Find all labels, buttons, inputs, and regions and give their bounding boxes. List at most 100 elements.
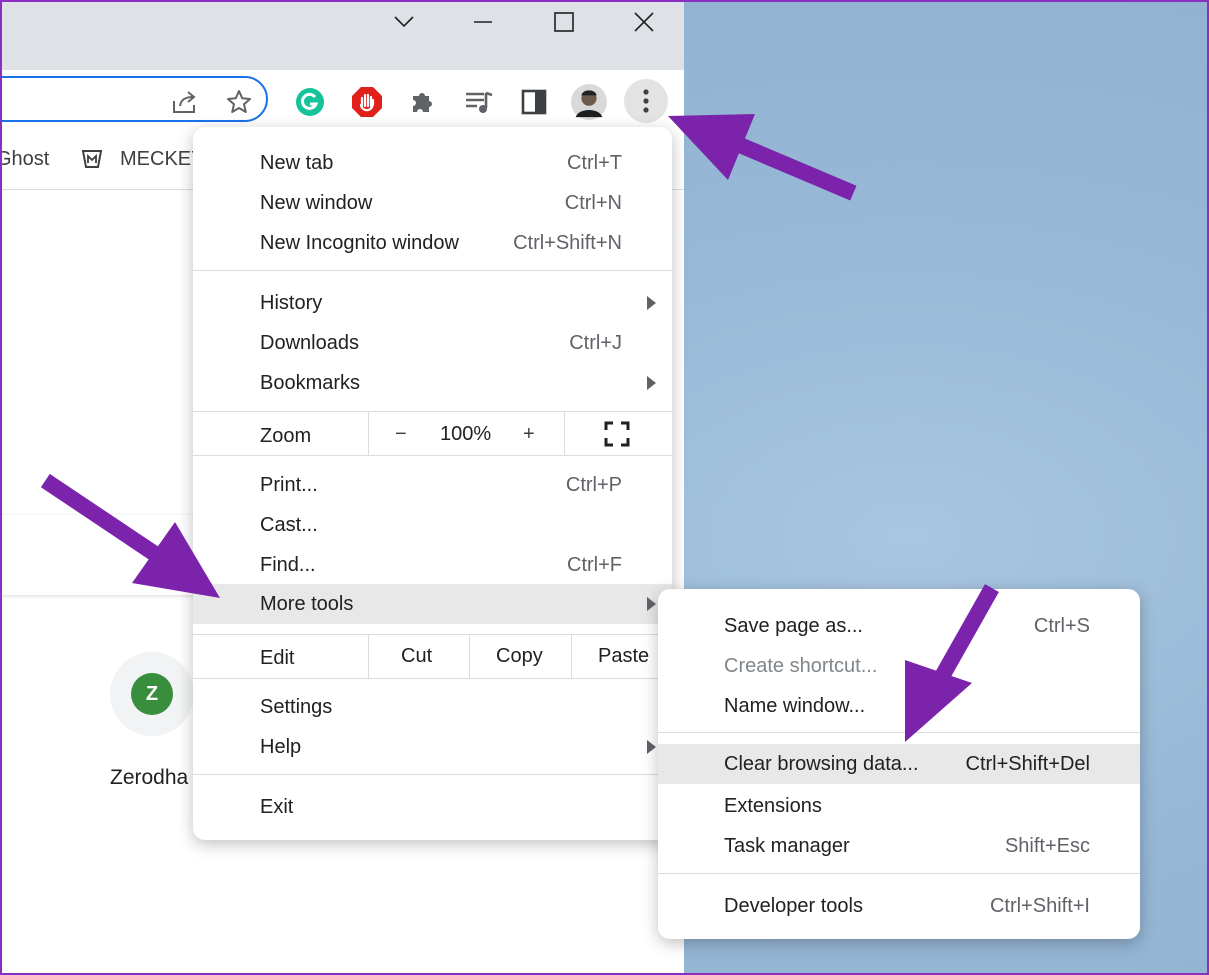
minimize-button[interactable]: [453, 4, 513, 40]
menu-item-shortcut: Ctrl+F: [567, 554, 622, 576]
menu-item-label: Save page as...: [724, 615, 863, 637]
zoom-out-button[interactable]: −: [395, 423, 407, 446]
menu-item-bookmarks[interactable]: Bookmarks: [193, 363, 672, 403]
menu-separator: [193, 774, 672, 775]
submenu-item-save-page[interactable]: Save page as... Ctrl+S: [658, 606, 1140, 646]
submenu-item-name-window[interactable]: Name window...: [658, 686, 1140, 726]
submenu-item-create-shortcut: Create shortcut...: [658, 646, 1140, 686]
zerodha-icon: Z: [131, 673, 173, 715]
menu-item-help[interactable]: Help: [193, 727, 672, 767]
menu-item-label: Settings: [260, 696, 333, 718]
maximize-button[interactable]: [534, 4, 594, 40]
submenu-item-clear-browsing-data[interactable]: Clear browsing data... Ctrl+Shift+Del: [658, 744, 1140, 784]
submenu-arrow-icon: [647, 597, 656, 611]
bookmark-meckey[interactable]: MECKEY: [120, 148, 204, 171]
menu-separator: [193, 678, 672, 679]
grammarly-extension[interactable]: [292, 84, 328, 120]
bookmark-ghost[interactable]: Ghost: [0, 148, 49, 171]
minimize-icon: [474, 21, 492, 23]
menu-item-more-tools[interactable]: More tools: [193, 584, 672, 624]
menu-item-print[interactable]: Print... Ctrl+P: [193, 465, 672, 505]
three-dots-vertical-icon: [643, 89, 649, 113]
menu-separator: [193, 634, 672, 635]
chrome-menu-button[interactable]: [624, 79, 668, 123]
bookmark-star-button[interactable]: [221, 84, 257, 120]
paste-button[interactable]: Paste: [598, 645, 649, 668]
menu-item-label: History: [260, 292, 323, 314]
menu-item-shortcut: Ctrl+T: [567, 152, 622, 174]
side-panel-button[interactable]: [516, 84, 552, 120]
chrome-main-menu: New tab Ctrl+T New window Ctrl+N New Inc…: [193, 127, 672, 840]
menu-item-settings[interactable]: Settings: [193, 687, 672, 727]
menu-item-history[interactable]: History: [193, 283, 672, 323]
submenu-item-extensions[interactable]: Extensions: [658, 786, 1140, 826]
shortcut-tile-zerodha[interactable]: Z: [110, 652, 194, 736]
menu-separator: [571, 635, 572, 678]
menu-item-shortcut: Ctrl+Shift+I: [989, 895, 1090, 917]
menu-item-label: Bookmarks: [260, 372, 361, 394]
menu-item-exit[interactable]: Exit: [193, 787, 672, 827]
title-bar: [0, 0, 684, 70]
cut-button[interactable]: Cut: [401, 645, 432, 668]
close-button[interactable]: [614, 4, 674, 40]
menu-separator: [658, 873, 1140, 874]
media-queue-icon: [466, 91, 493, 113]
menu-item-label: Cast...: [260, 514, 318, 536]
edit-label: Edit: [260, 647, 295, 669]
adblock-extension[interactable]: [349, 84, 385, 120]
menu-separator: [469, 635, 470, 678]
submenu-arrow-icon: [647, 376, 656, 390]
menu-item-shortcut: Ctrl+P: [565, 474, 622, 496]
menu-separator: [658, 732, 1140, 733]
menu-item-downloads[interactable]: Downloads Ctrl+J: [193, 323, 672, 363]
menu-item-new-tab[interactable]: New tab Ctrl+T: [193, 143, 672, 183]
adblock-icon: [352, 87, 382, 117]
chevron-down-icon: [394, 16, 414, 28]
media-queue-button[interactable]: [461, 84, 497, 120]
grammarly-icon: [296, 88, 324, 116]
toolbar: [0, 70, 684, 135]
menu-separator: [368, 635, 369, 678]
menu-item-shortcut: Shift+Esc: [1004, 835, 1090, 857]
submenu-item-task-manager[interactable]: Task manager Shift+Esc: [658, 826, 1140, 866]
share-button[interactable]: [167, 84, 203, 120]
menu-item-shortcut: Ctrl+Shift+N: [513, 232, 622, 254]
menu-item-new-window[interactable]: New window Ctrl+N: [193, 183, 672, 223]
copy-button[interactable]: Copy: [496, 645, 543, 668]
menu-item-find[interactable]: Find... Ctrl+F: [193, 545, 672, 585]
menu-item-label: Find...: [260, 554, 316, 576]
shortcut-label-zerodha: Zerodha: [110, 766, 189, 789]
menu-item-label: New Incognito window: [260, 232, 459, 254]
star-icon: [227, 90, 251, 113]
maximize-icon: [554, 12, 574, 32]
zoom-in-button[interactable]: +: [523, 423, 535, 446]
submenu-item-developer-tools[interactable]: Developer tools Ctrl+Shift+I: [658, 886, 1140, 926]
fullscreen-icon: [604, 421, 630, 447]
tab-search-button[interactable]: [374, 4, 434, 40]
menu-item-label: Exit: [260, 796, 294, 818]
menu-separator: [193, 411, 672, 412]
extensions-button[interactable]: [405, 84, 441, 120]
avatar: [571, 84, 607, 120]
fullscreen-button[interactable]: [604, 421, 630, 452]
menu-item-label: Print...: [260, 474, 318, 496]
menu-item-label: Task manager: [724, 835, 850, 857]
menu-item-label: Downloads: [260, 332, 359, 354]
menu-item-label: More tools: [260, 593, 354, 615]
menu-item-shortcut: Ctrl+Shift+Del: [965, 753, 1091, 775]
menu-item-cast[interactable]: Cast...: [193, 505, 672, 545]
profile-button[interactable]: [571, 84, 607, 120]
share-icon: [173, 91, 196, 113]
puzzle-icon: [413, 93, 432, 112]
menu-item-shortcut: Ctrl+S: [1033, 615, 1090, 637]
menu-item-shortcut: Ctrl+N: [564, 192, 622, 214]
menu-separator: [564, 412, 565, 455]
menu-item-new-incognito-window[interactable]: New Incognito window Ctrl+Shift+N: [193, 223, 672, 263]
menu-item-label: Developer tools: [724, 895, 863, 917]
menu-item-label: Help: [260, 736, 302, 758]
menu-item-label: Create shortcut...: [724, 655, 878, 677]
more-tools-submenu: Save page as... Ctrl+S Create shortcut..…: [658, 589, 1140, 939]
menu-separator: [368, 412, 369, 455]
menu-separator: [193, 455, 672, 456]
menu-separator: [193, 270, 672, 271]
